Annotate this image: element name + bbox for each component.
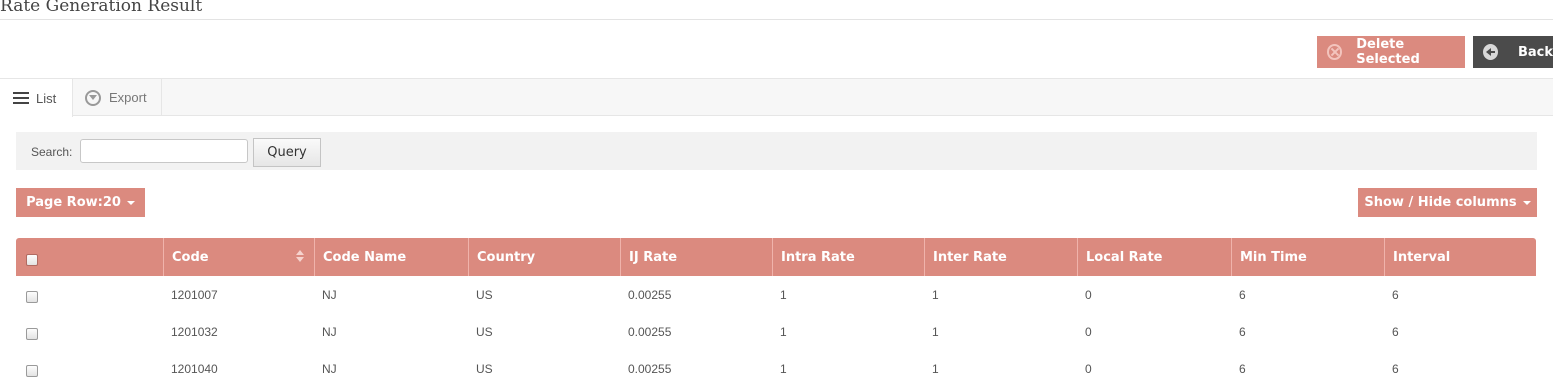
row-checkbox[interactable]: [26, 327, 38, 340]
caret-down-icon: [126, 200, 135, 205]
table-cell: NJ: [322, 287, 337, 302]
table-row: 1201007 NJ US 0.00255 1 1 0 6 6: [16, 276, 1536, 313]
page-title: Rate Generation Result: [0, 0, 203, 16]
search-bar: Search: Query: [16, 132, 1537, 170]
row-checkbox[interactable]: [26, 290, 38, 303]
download-circle-icon: [85, 89, 101, 106]
table-cell: 0.00255: [628, 287, 672, 302]
page-row-label: Page Row:20: [26, 195, 121, 210]
tab-export[interactable]: Export: [73, 79, 162, 116]
tab-list[interactable]: List: [0, 79, 73, 117]
column-header-min-time: Min Time: [1231, 238, 1384, 276]
table-header: Code Code Name Country IJ Rate Intra Rat…: [16, 238, 1536, 276]
table-cell: 1201040: [171, 361, 218, 376]
delete-selected-label: Delete Selected: [1356, 37, 1420, 67]
table-body: 1201007 NJ US 0.00255 1 1 0 6 6 1201032 NJ US 0.0025…: [16, 276, 1536, 387]
column-header-intra-rate: Intra Rate: [772, 238, 924, 276]
column-header-interval: Interval: [1384, 238, 1536, 276]
table-cell: US: [476, 361, 493, 376]
caret-down-icon: [1522, 200, 1531, 205]
table-cell: NJ: [322, 361, 337, 376]
arrow-left-circle-icon: [1483, 44, 1498, 60]
back-button[interactable]: Back: [1473, 36, 1553, 68]
table-cell: 6: [1392, 324, 1399, 339]
table-cell: 1: [932, 324, 939, 339]
table-cell: 0.00255: [628, 361, 672, 376]
column-header-code-name: Code Name: [314, 238, 468, 276]
row-select-cell: [16, 350, 38, 387]
column-header-code[interactable]: Code: [163, 238, 314, 276]
column-header-label: Code Name: [323, 249, 407, 265]
table-cell: 0: [1085, 324, 1092, 339]
tab-bar: List Export: [0, 79, 1553, 117]
tab-export-label: Export: [109, 90, 147, 105]
table-cell: 6: [1239, 324, 1246, 339]
column-header-label: Intra Rate: [781, 249, 855, 265]
column-header-inter-rate: Inter Rate: [924, 238, 1077, 276]
table-cell: 1: [932, 287, 939, 302]
query-button[interactable]: Query: [253, 138, 321, 167]
delete-selected-button[interactable]: Delete Selected: [1317, 36, 1465, 68]
show-hide-columns-label: Show / Hide columns: [1364, 195, 1517, 210]
table-cell: 1201032: [171, 324, 218, 339]
row-select-cell: [16, 276, 38, 313]
table-cell: US: [476, 287, 493, 302]
search-label: Search:: [31, 145, 73, 159]
show-hide-columns-dropdown[interactable]: Show / Hide columns: [1358, 188, 1537, 217]
result-panel: List Export Search: Query Page Row:20 Sh…: [0, 78, 1553, 387]
search-input[interactable]: [80, 139, 248, 163]
column-header-label: Min Time: [1240, 249, 1307, 265]
back-label: Back: [1517, 44, 1553, 60]
column-header-label: IJ Rate: [629, 249, 678, 265]
page-row-dropdown[interactable]: Page Row:20: [16, 188, 145, 217]
table-cell: 1: [780, 361, 787, 376]
table-cell: 1201007: [171, 287, 218, 302]
table-row: 1201032 NJ US 0.00255 1 1 0 6 6: [16, 313, 1536, 350]
title-divider: [0, 19, 1553, 20]
column-header-label: Interval: [1393, 249, 1451, 265]
table-cell: 6: [1392, 287, 1399, 302]
table-cell: US: [476, 324, 493, 339]
table-cell: 1: [932, 361, 939, 376]
rate-table: Code Code Name Country IJ Rate Intra Rat…: [16, 238, 1536, 387]
column-header-local-rate: Local Rate: [1077, 238, 1231, 276]
table-row: 1201040 NJ US 0.00255 1 1 0 6 6: [16, 350, 1536, 387]
table-cell: 6: [1392, 361, 1399, 376]
row-select-cell: [16, 313, 38, 350]
table-cell: 6: [1239, 287, 1246, 302]
table-cell: NJ: [322, 324, 337, 339]
sort-icon[interactable]: [296, 250, 304, 264]
table-cell: 0: [1085, 287, 1092, 302]
table-cell: 1: [780, 324, 787, 339]
column-header-label: Code: [172, 249, 209, 265]
column-header-label: Country: [477, 249, 536, 265]
table-cell: 0.00255: [628, 324, 672, 339]
select-all-checkbox[interactable]: [26, 254, 38, 266]
column-header-country: Country: [468, 238, 620, 276]
column-header-ij-rate: IJ Rate: [620, 238, 772, 276]
select-all-header: [16, 238, 163, 276]
row-checkbox[interactable]: [26, 364, 38, 377]
close-circle-icon: [1327, 44, 1343, 60]
table-cell: 6: [1239, 361, 1246, 376]
tab-list-label: List: [36, 90, 57, 106]
column-header-label: Local Rate: [1086, 249, 1163, 265]
list-icon: [13, 92, 29, 104]
table-cell: 0: [1085, 361, 1092, 376]
table-cell: 1: [780, 287, 787, 302]
column-header-label: Inter Rate: [933, 249, 1007, 265]
